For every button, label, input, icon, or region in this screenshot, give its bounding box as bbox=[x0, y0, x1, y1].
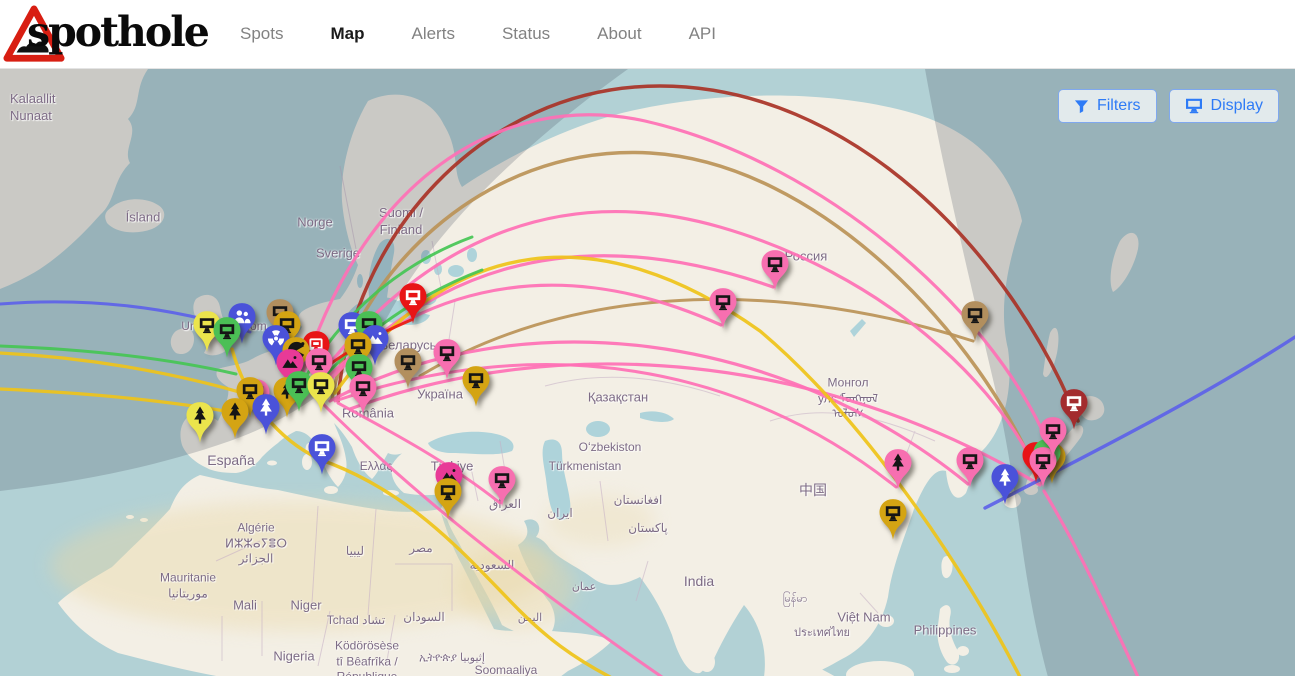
map-marker-monitor[interactable] bbox=[706, 286, 740, 331]
map-marker-tree[interactable] bbox=[881, 447, 915, 492]
map-marker-monitor[interactable] bbox=[346, 372, 380, 417]
map-marker-tree[interactable] bbox=[249, 392, 283, 437]
display-button[interactable]: Display bbox=[1169, 89, 1279, 123]
map-marker-monitor[interactable] bbox=[876, 497, 910, 542]
markers-layer bbox=[0, 69, 1295, 676]
map-marker-monitor[interactable] bbox=[485, 464, 519, 509]
map-controls: Filters Display bbox=[1058, 89, 1279, 123]
map-marker-tree[interactable] bbox=[988, 462, 1022, 507]
nav-item-api[interactable]: API bbox=[689, 24, 716, 44]
map-marker-monitor[interactable] bbox=[459, 364, 493, 409]
map-container[interactable]: KalaallitNunaatÍslandNorgeSuomi /Finland… bbox=[0, 69, 1295, 676]
map-marker-monitor[interactable] bbox=[953, 445, 987, 490]
map-marker-monitor[interactable] bbox=[391, 346, 425, 391]
nav-item-about[interactable]: About bbox=[597, 24, 641, 44]
map-marker-monitor[interactable] bbox=[431, 476, 465, 521]
map-marker-tree[interactable] bbox=[218, 396, 252, 441]
filter-funnel-icon bbox=[1074, 99, 1089, 114]
map-marker-monitor[interactable] bbox=[958, 299, 992, 344]
nav-item-status[interactable]: Status bbox=[502, 24, 550, 44]
display-monitor-icon bbox=[1185, 98, 1203, 114]
nav-item-map[interactable]: Map bbox=[330, 24, 364, 44]
map-marker-monitor[interactable] bbox=[1036, 415, 1070, 460]
map-marker-tree[interactable] bbox=[183, 400, 217, 445]
nav-item-alerts[interactable]: Alerts bbox=[411, 24, 454, 44]
map-marker-monitor[interactable] bbox=[305, 432, 339, 477]
filters-button-label: Filters bbox=[1097, 97, 1141, 115]
top-navbar: spothole Spots Map Alerts Status About API bbox=[0, 0, 1295, 69]
map-marker-monitor[interactable] bbox=[396, 281, 430, 326]
app-window: spothole Spots Map Alerts Status About API bbox=[0, 0, 1295, 676]
map-marker-monitor[interactable] bbox=[304, 370, 338, 415]
map-marker-monitor[interactable] bbox=[758, 248, 792, 293]
map-marker-monitor[interactable] bbox=[210, 315, 244, 360]
filters-button[interactable]: Filters bbox=[1058, 89, 1157, 123]
display-button-label: Display bbox=[1211, 97, 1263, 115]
logo-text: spothole bbox=[27, 8, 208, 56]
nav-item-spots[interactable]: Spots bbox=[240, 24, 283, 44]
logo[interactable]: spothole bbox=[0, 0, 225, 68]
main-nav: Spots Map Alerts Status About API bbox=[240, 24, 716, 44]
